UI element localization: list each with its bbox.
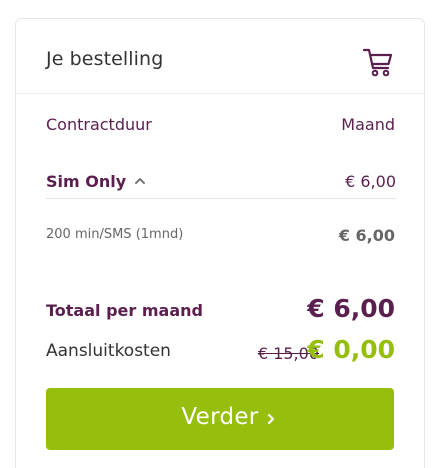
bundle-price: € 6,00 [338, 226, 395, 245]
bundle-label: 200 min/SMS (1mnd) [46, 227, 184, 242]
cart-icon [362, 48, 393, 77]
order-summary-card: Je bestelling Contractduur Maand Sim Onl… [15, 18, 425, 468]
order-summary-header: Je bestelling [16, 19, 424, 94]
sim-only-toggle[interactable]: Sim Only € 6,00 [46, 159, 396, 199]
setup-cost-new-price: € 0,00 [307, 335, 395, 364]
chevron-up-icon [135, 178, 145, 184]
sim-only-label: Sim Only [46, 172, 127, 191]
contract-duration-value: Maand [341, 115, 395, 134]
order-summary-title: Je bestelling [46, 48, 164, 70]
continue-button[interactable]: Verder [46, 388, 394, 450]
continue-button-label: Verder [181, 404, 259, 430]
monthly-total-price: € 6,00 [307, 294, 395, 323]
monthly-total-label: Totaal per maand [46, 301, 203, 320]
sim-only-price: € 6,00 [345, 172, 396, 191]
chevron-right-icon [267, 413, 275, 425]
contract-duration-label: Contractduur [46, 115, 152, 134]
setup-cost-label: Aansluitkosten [46, 341, 171, 361]
